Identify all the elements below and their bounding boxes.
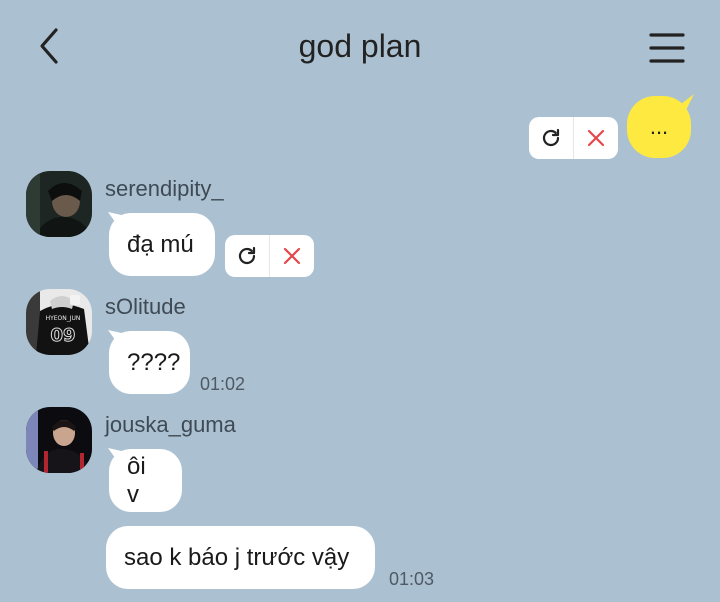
hamburger-menu-icon (649, 33, 685, 63)
avatar-solitude[interactable]: HYEON_JUN 09 (26, 289, 92, 355)
retry-icon (238, 246, 256, 265)
message-time: 01:03 (389, 569, 435, 589)
retry-icon (542, 128, 560, 147)
failed-message-actions (225, 235, 314, 277)
sender-name: jouska_guma (105, 412, 236, 437)
avatar-jouska-guma[interactable] (26, 407, 92, 473)
delete-icon (587, 129, 605, 147)
message-bubble[interactable]: ???? (109, 331, 190, 394)
delete-icon (283, 247, 301, 265)
message-text: đạ mú (127, 230, 194, 258)
chat-title: god plan (298, 28, 422, 64)
message-text: ???? (127, 348, 181, 376)
message-bubble[interactable]: sao k báo j trước vậy (106, 526, 375, 589)
delete-button[interactable] (269, 235, 314, 277)
message-time: 01:02 (200, 374, 246, 394)
avatar-jersey-icon: HYEON_JUN 09 (26, 289, 92, 355)
outgoing-bubble-tail (676, 94, 694, 110)
avatar-serendipity[interactable] (26, 171, 92, 237)
sender-name: serendipity_ (105, 176, 224, 201)
message-text: sao k báo j trước vậy (124, 543, 350, 571)
message-bubble[interactable]: ôi v (109, 449, 182, 512)
outgoing-message-text: ... (649, 114, 669, 139)
menu-button[interactable] (642, 28, 686, 68)
retry-button[interactable] (529, 117, 573, 159)
outgoing-failed-actions (529, 117, 618, 159)
retry-button[interactable] (225, 235, 269, 277)
sender-name: sOlitude (105, 294, 186, 319)
message-text: ôi v (127, 452, 146, 508)
delete-button[interactable] (573, 117, 618, 159)
message-bubble[interactable]: đạ mú (109, 213, 215, 276)
jersey-number: 09 (50, 325, 75, 346)
avatar-photo-icon (26, 407, 92, 473)
jersey-name: HYEON_JUN (46, 315, 81, 322)
avatar-photo-icon (26, 171, 92, 237)
